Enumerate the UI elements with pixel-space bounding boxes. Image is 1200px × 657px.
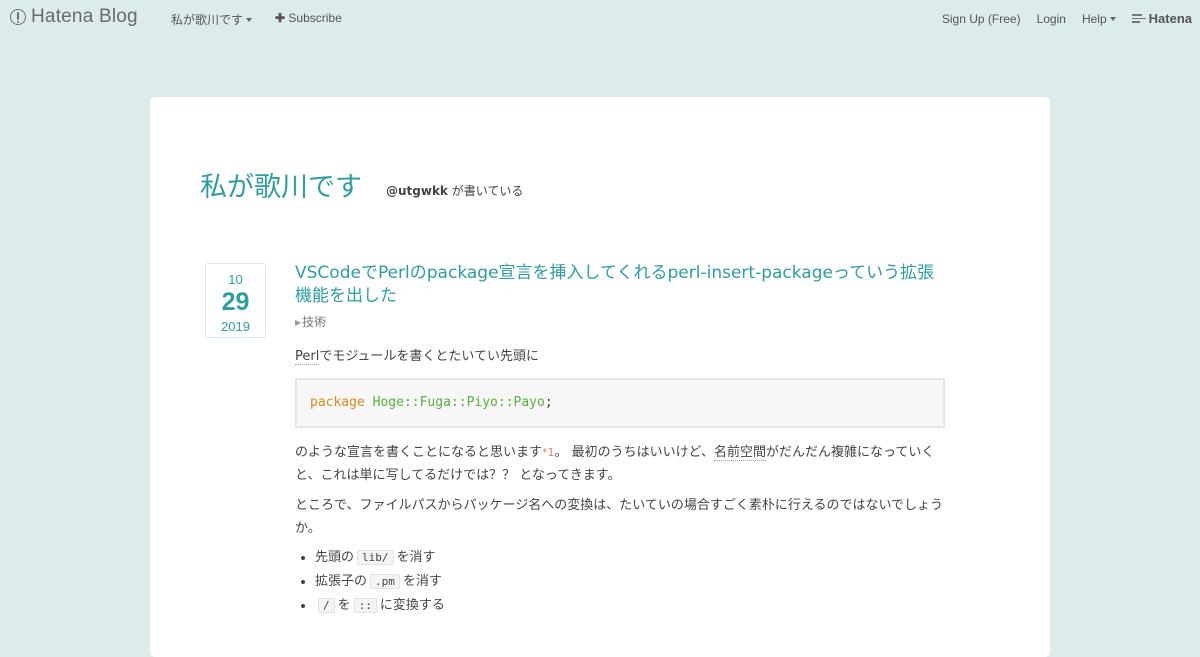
global-header: Hatena Blog 私が歌川です ✚ Subscribe Sign Up (… bbox=[0, 0, 1200, 36]
code-keyword: package bbox=[310, 395, 365, 410]
steps-list: 先頭のlib/を消す 拡張子の.pmを消す /を::に変換する bbox=[295, 548, 945, 616]
hatena-brand-text: Hatena bbox=[1148, 11, 1192, 26]
category-label: 技術 bbox=[302, 315, 327, 329]
subscribe-button[interactable]: ✚ Subscribe bbox=[275, 11, 342, 25]
code-sep-3: :: bbox=[450, 395, 467, 410]
entry-title[interactable]: VSCodeでPerlのpackage宣言を挿入してくれるperl-insert… bbox=[295, 262, 945, 308]
list-item: 拡張子の.pmを消す bbox=[315, 572, 945, 592]
hatena-blog-logo[interactable]: Hatena Blog bbox=[10, 6, 138, 28]
code-ns-0: Hoge bbox=[372, 395, 404, 410]
hatena-lines-icon bbox=[1131, 12, 1146, 25]
list-item-text: を消す bbox=[402, 574, 442, 589]
code-sep-1: :: bbox=[403, 395, 420, 410]
code-sep-5: :: bbox=[497, 395, 514, 410]
entry: VSCodeでPerlのpackage宣言を挿入してくれるperl-insert… bbox=[295, 262, 945, 620]
date-year: 2019 bbox=[221, 319, 250, 334]
list-item-text: 先頭の bbox=[315, 550, 355, 565]
list-item-text: を消す bbox=[396, 550, 436, 565]
help-label: Help bbox=[1081, 11, 1107, 26]
blog-desc-suffix: が書いている bbox=[447, 184, 524, 198]
paragraph-1-text: でモジュールを書くとたいてい先頭に bbox=[319, 349, 540, 364]
inline-code: .pm bbox=[370, 574, 400, 589]
code-end: ; bbox=[544, 395, 553, 410]
triangle-right-icon: ▶ bbox=[295, 318, 302, 327]
plus-icon: ✚ bbox=[275, 11, 286, 25]
code-ns-2: Fuga bbox=[419, 395, 451, 410]
code-ns-6: Payo bbox=[513, 395, 545, 410]
blog-description: @utgwkk が書いている bbox=[386, 182, 523, 199]
footnote-link[interactable]: *1 bbox=[542, 446, 555, 459]
blog-menu-label: 私が歌川です bbox=[171, 13, 244, 27]
paragraph-2-text-b: 。 最初のうちはいいけど、 bbox=[554, 445, 714, 460]
signup-link[interactable]: Sign Up (Free) bbox=[942, 12, 1021, 26]
list-item-text: を bbox=[337, 598, 351, 613]
code-block: package Hoge::Fuga::Piyo::Payo; bbox=[295, 378, 945, 428]
list-item-text: に変換する bbox=[379, 598, 445, 613]
hatena-blog-icon bbox=[10, 9, 26, 25]
inline-code: lib/ bbox=[357, 550, 394, 565]
date-month: 10 bbox=[228, 272, 243, 287]
help-menu[interactable]: Help bbox=[1082, 12, 1116, 26]
paragraph-3: ところで、ファイルパスからパッケージ名への変換は、たいていの場合すごく素朴に行え… bbox=[295, 498, 944, 536]
date-day: 29 bbox=[221, 288, 250, 316]
list-item-text: 拡張子の bbox=[315, 574, 368, 589]
blog-menu[interactable]: 私が歌川です bbox=[171, 11, 253, 28]
content-card: 私が歌川です @utgwkk が書いている 10 29 2019 VSCodeで… bbox=[150, 97, 1050, 657]
entry-category[interactable]: ▶技術 bbox=[295, 313, 945, 330]
keyword-link-perl[interactable]: Perl bbox=[295, 349, 320, 365]
entry-date[interactable]: 10 29 2019 bbox=[205, 263, 266, 338]
caret-down-icon bbox=[1109, 16, 1116, 21]
header-right: Sign Up (Free) Login Help Hatena bbox=[926, 11, 1192, 26]
paragraph-2: のような宣言を書くことになると思います*1。 最初のうちはいいけど、名前空間がだ… bbox=[295, 441, 945, 487]
login-link[interactable]: Login bbox=[1037, 12, 1066, 26]
author-link[interactable]: @utgwkk bbox=[386, 184, 448, 198]
blog-title[interactable]: 私が歌川です bbox=[200, 165, 362, 204]
code-ns-4: Piyo bbox=[466, 395, 498, 410]
subscribe-label: Subscribe bbox=[288, 11, 342, 25]
hatena-logo[interactable]: Hatena bbox=[1131, 11, 1192, 26]
inline-code: / bbox=[318, 598, 335, 613]
keyword-link-namespace[interactable]: 名前空間 bbox=[714, 445, 767, 461]
paragraph-1: Perlでモジュールを書くとたいてい先頭に bbox=[295, 345, 945, 365]
list-item: 先頭のlib/を消す bbox=[315, 548, 945, 568]
paragraph-2-text-a: のような宣言を書くことになると思います bbox=[295, 445, 543, 460]
caret-down-icon bbox=[246, 18, 253, 22]
inline-code: :: bbox=[353, 598, 377, 613]
logo-text: Hatena Blog bbox=[31, 6, 138, 27]
list-item: /を::に変換する bbox=[315, 596, 945, 616]
